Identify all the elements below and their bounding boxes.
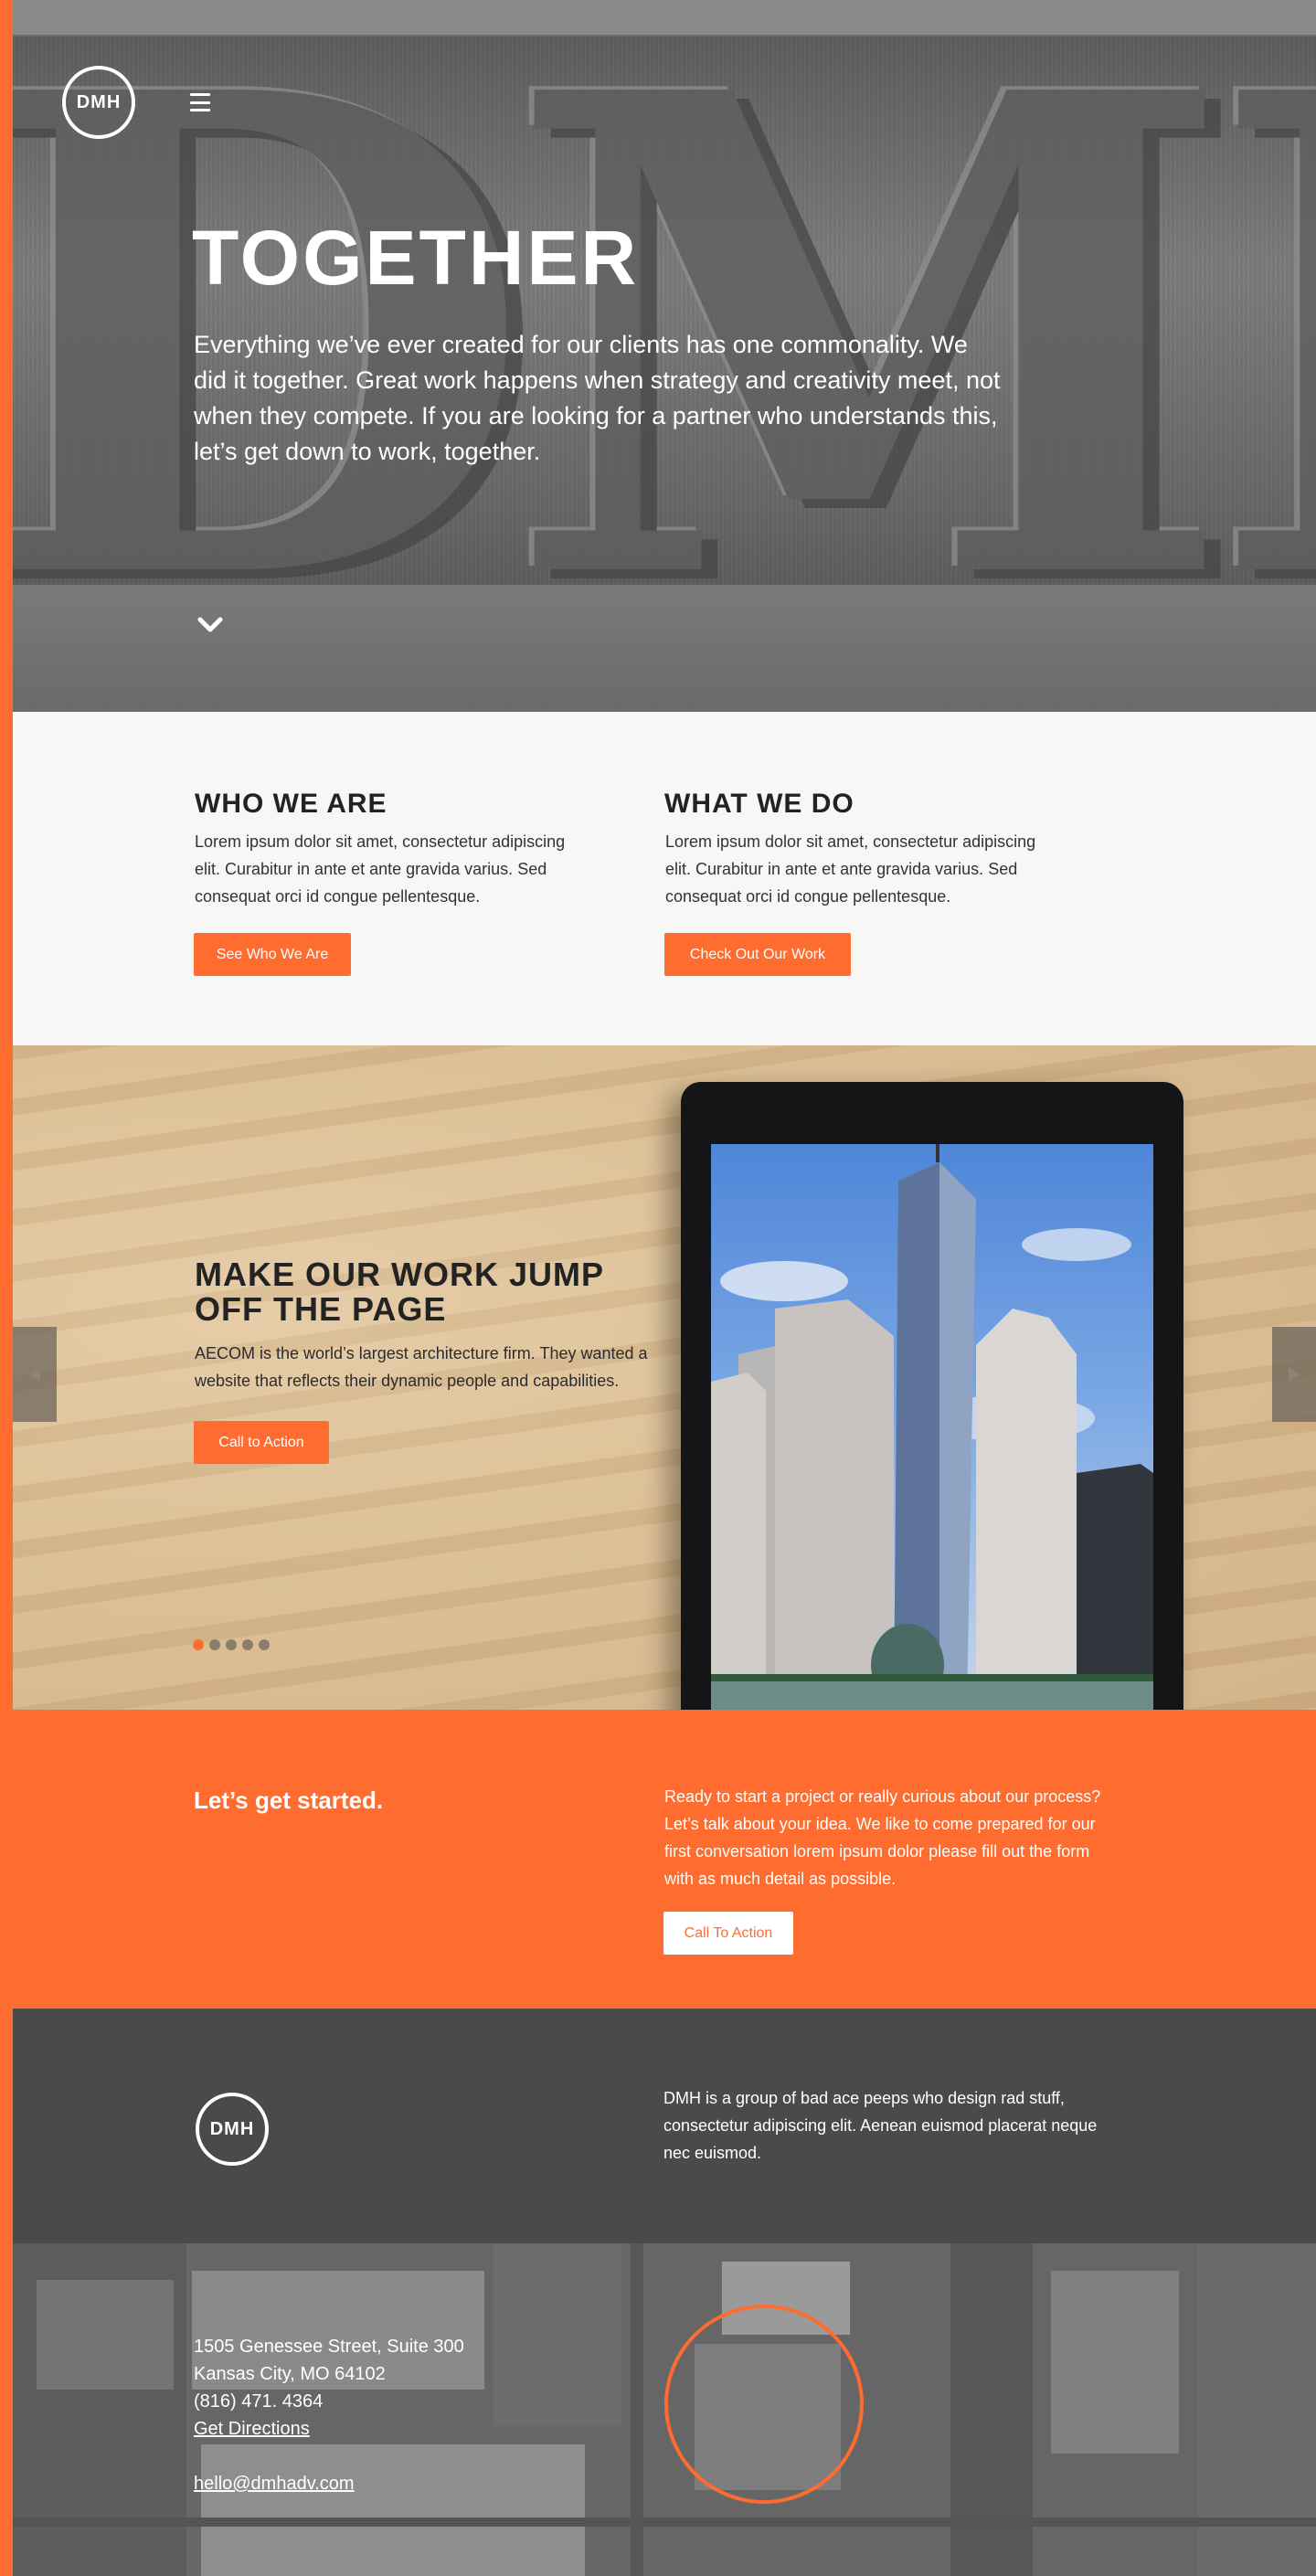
map-block: [37, 2280, 174, 2390]
footer-logo-text: DMH: [209, 2118, 255, 2139]
arrow-left-icon: [29, 1367, 40, 1382]
cta-text: Ready to start a project or really curio…: [664, 1787, 1101, 1888]
hero-body: Everything we’ve ever created for our cl…: [194, 331, 1001, 465]
showcase-section: MAKE OUR WORK JUMP OFF THE PAGE AECOM is…: [0, 1045, 1316, 1710]
cta-call-to-action-button[interactable]: Call To Action: [663, 1912, 793, 1955]
see-who-we-are-button[interactable]: See Who We Are: [194, 933, 351, 976]
tablet-screen-image: [711, 1144, 1153, 1710]
hero-title: TOGETHER: [192, 215, 640, 301]
footer-description: DMH is a group of bad ace peeps who desi…: [663, 2089, 1098, 2162]
who-we-are-heading: WHO WE ARE: [195, 789, 387, 819]
map-block: [1051, 2271, 1179, 2454]
slider-prev-button[interactable]: [13, 1327, 57, 1422]
slider-dot-1[interactable]: [193, 1639, 204, 1650]
contact-address: 1505 Genessee Street, Suite 300 Kansas C…: [194, 2333, 464, 2497]
map-road: [0, 2518, 1316, 2527]
page: DMH DMH TOGETHER Everything we’ve ever c…: [0, 0, 1316, 2576]
slider-next-button[interactable]: [1272, 1327, 1316, 1422]
what-we-do-heading: WHAT WE DO: [664, 789, 854, 819]
showcase-call-to-action-button[interactable]: Call to Action: [194, 1421, 329, 1464]
logo-text: DMH: [76, 91, 122, 112]
check-out-our-work-button[interactable]: Check Out Our Work: [664, 933, 851, 976]
address-street: 1505 Genessee Street, Suite 300: [194, 2337, 464, 2357]
tablet-mockup: [681, 1082, 1183, 1710]
footer-logo[interactable]: DMH: [196, 2093, 269, 2166]
intro-section: WHO WE ARE Lorem ipsum dolor sit amet, c…: [0, 712, 1316, 1045]
header-logo[interactable]: DMH: [62, 66, 135, 139]
hamburger-icon[interactable]: [190, 93, 210, 111]
get-directions-link[interactable]: Get Directions: [194, 2419, 310, 2439]
map-section: 1505 Genessee Street, Suite 300 Kansas C…: [0, 2243, 1316, 2576]
slider-dots: [193, 1639, 270, 1650]
footer-section: DMH DMH is a group of bad ace peeps who …: [0, 2009, 1316, 2243]
skyline-illustration: [711, 1144, 1153, 1710]
slider-dot-2[interactable]: [209, 1639, 220, 1650]
arrow-right-icon: [1289, 1367, 1300, 1382]
slider-dot-5[interactable]: [259, 1639, 270, 1650]
chevron-down-icon[interactable]: [197, 616, 223, 634]
slider-dot-4[interactable]: [242, 1639, 253, 1650]
email-link[interactable]: hello@dmhadv.com: [194, 2474, 355, 2494]
what-we-do-text: Lorem ipsum dolor sit amet, consectetur …: [665, 832, 1036, 906]
slider-dot-3[interactable]: [226, 1639, 237, 1650]
hero-section: DMH DMH TOGETHER Everything we’ve ever c…: [0, 0, 1316, 712]
phone-number: (816) 471. 4364: [194, 2391, 324, 2412]
map-block: [494, 2243, 621, 2426]
showcase-text: AECOM is the world’s largest architectur…: [195, 1344, 648, 1390]
who-we-are-text: Lorem ipsum dolor sit amet, consectetur …: [195, 832, 566, 906]
cta-section: Let’s get started. Ready to start a proj…: [0, 1710, 1316, 2009]
accent-rail: [0, 0, 13, 2576]
map-location-marker: [664, 2305, 864, 2504]
cta-heading: Let’s get started.: [194, 1786, 384, 1814]
address-city: Kansas City, MO 64102: [194, 2364, 386, 2384]
showcase-title: MAKE OUR WORK JUMP OFF THE PAGE: [195, 1256, 604, 1328]
hero-backdrop-floor: [0, 585, 1316, 712]
